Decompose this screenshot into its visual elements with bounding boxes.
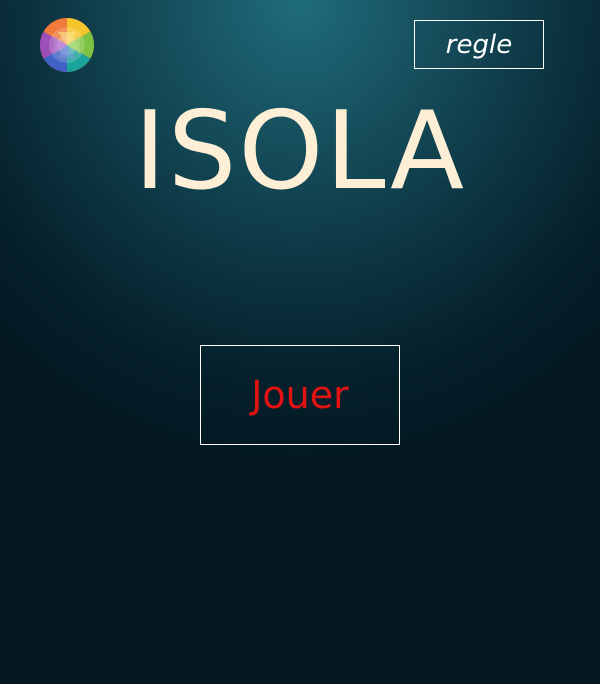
rules-button[interactable]: regle [414,20,544,69]
play-button[interactable]: Jouer [200,345,400,445]
color-wheel-icon[interactable] [40,18,94,72]
game-title: ISOLA [134,89,466,214]
